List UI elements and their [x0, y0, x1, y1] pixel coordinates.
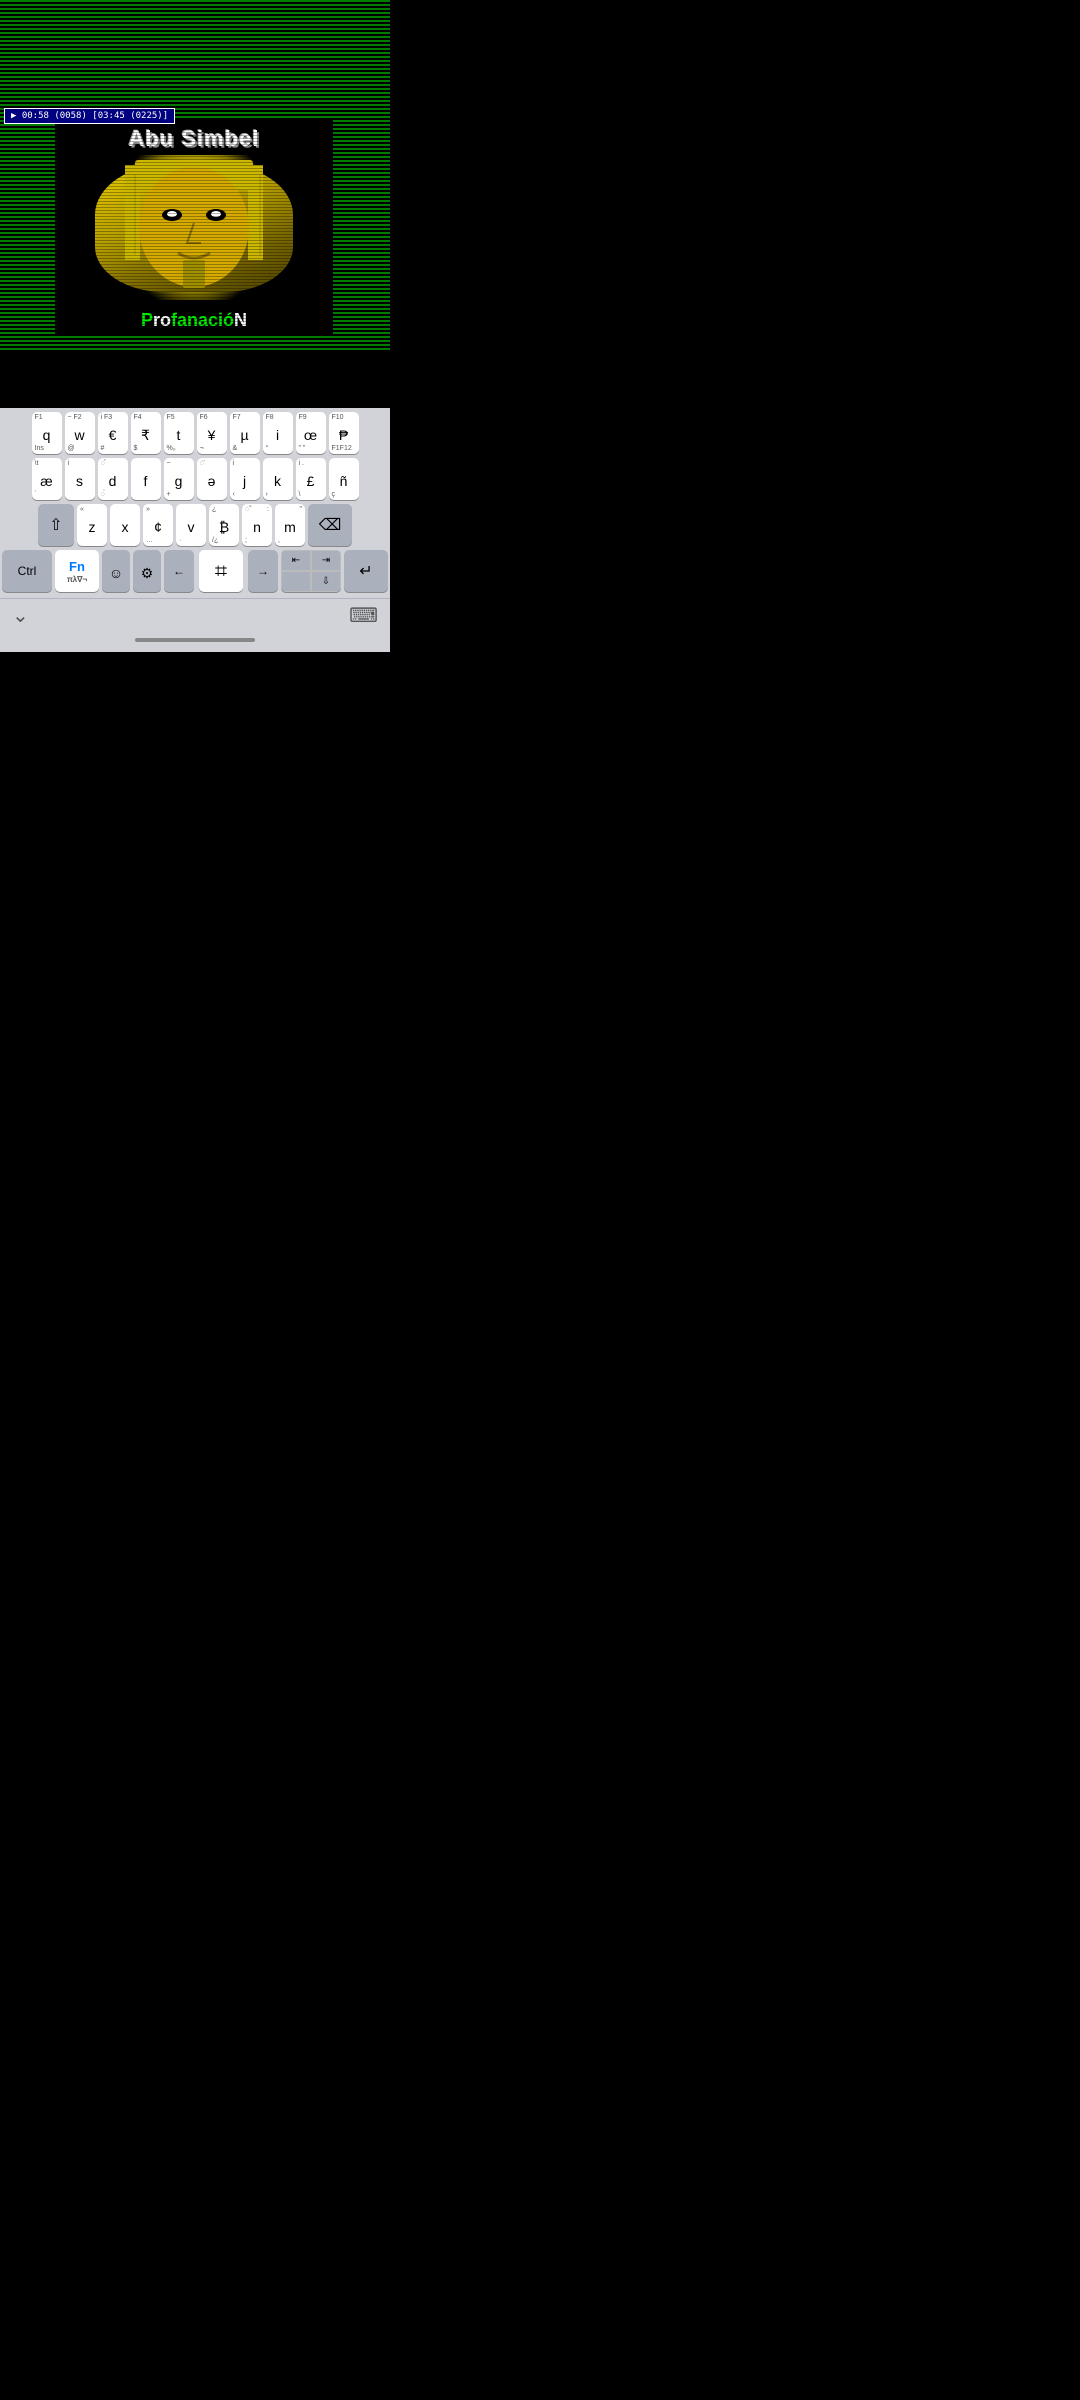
pharaoh-graphic: [65, 155, 323, 300]
key-e-euro[interactable]: i F3 € #: [98, 412, 128, 454]
status-text: ▶ 00:58 (0058) [03:45 (0225)]: [11, 111, 168, 121]
left-arrow-key[interactable]: ←: [164, 550, 194, 592]
backspace-key[interactable]: ⌫: [308, 504, 352, 546]
settings-key[interactable]: ⚙: [133, 550, 161, 592]
subtitle-fana: fanaci: [171, 310, 223, 330]
key-t[interactable]: F5 t %₀: [164, 412, 194, 454]
key-n[interactable]: ◌̃ : n ;: [242, 504, 272, 546]
ctrl-key[interactable]: Ctrl: [2, 550, 52, 592]
key-z[interactable]: « z: [77, 504, 107, 546]
hide-keyboard-button[interactable]: ⌄: [12, 603, 29, 628]
right-arrow-key[interactable]: →: [248, 550, 278, 592]
key-ntilde[interactable]: ñ ç: [329, 458, 359, 500]
fn-label: Fn: [69, 559, 85, 574]
keyboard: F1 q Ins ~ F2 w @ i F3 € # F4 ₹ $ F5 t %…: [0, 408, 390, 598]
home-bar: [135, 638, 255, 642]
pharaoh-svg: [65, 155, 323, 300]
emulator-screen: ▶ 00:58 (0058) [03:45 (0225)] Abu Simbel: [0, 0, 390, 350]
fn-bottom-label: πλ∇¬: [67, 575, 87, 584]
key-h-schwa[interactable]: ◌̈ ə: [197, 458, 227, 500]
nav-pgdn[interactable]: ⇩: [311, 571, 341, 592]
key-d[interactable]: ◌̊ d ◌́: [98, 458, 128, 500]
keyboard-row-1: F1 q Ins ~ F2 w @ i F3 € # F4 ₹ $ F5 t %…: [2, 412, 388, 454]
nav-pgup[interactable]: [281, 571, 311, 592]
spacebar[interactable]: ⌗: [199, 550, 243, 592]
key-r-rupee[interactable]: F4 ₹ $: [131, 412, 161, 454]
key-i[interactable]: F8 i °: [263, 412, 293, 454]
fn-key[interactable]: Fn πλ∇¬: [55, 550, 99, 592]
key-w[interactable]: ~ F2 w @: [65, 412, 95, 454]
home-indicator: [0, 632, 390, 652]
key-q[interactable]: F1 q Ins: [32, 412, 62, 454]
key-s[interactable]: i s: [65, 458, 95, 500]
nav-home[interactable]: ⇤: [281, 550, 311, 571]
nav-end[interactable]: ⇥: [311, 550, 341, 571]
key-p-peso[interactable]: F10 ₱ F1F12: [329, 412, 359, 454]
key-c-cent[interactable]: » ¢ …: [143, 504, 173, 546]
bottom-bar: ⌄ ⌨: [0, 598, 390, 632]
key-x[interactable]: x: [110, 504, 140, 546]
shift-key[interactable]: ⇧: [38, 504, 74, 546]
keyboard-row-4: Ctrl Fn πλ∇¬ ☺ ⚙ ← ⌗ → ⇤ ⇥ ⇩ ↵: [2, 550, 388, 592]
ctrl-label: Ctrl: [18, 564, 37, 578]
status-bar: ▶ 00:58 (0058) [03:45 (0225)]: [4, 108, 175, 124]
key-u-mu[interactable]: F7 µ &: [230, 412, 260, 454]
key-g[interactable]: − g +: [164, 458, 194, 500]
emoji-key[interactable]: ☺: [102, 550, 130, 592]
keyboard-row-3: ⇧ « z x » ¢ … v · ¿ ₿ /¿ ◌̃ : n ;: [2, 504, 388, 546]
key-y-yen[interactable]: F6 ¥ ¬: [197, 412, 227, 454]
key-a-ae[interactable]: \t æ `: [32, 458, 62, 500]
key-m[interactable]: " m ,: [275, 504, 305, 546]
game-title: Abu Simbel: [55, 126, 333, 152]
return-key[interactable]: ↵: [344, 550, 388, 592]
key-v[interactable]: v ·: [176, 504, 206, 546]
game-image[interactable]: Abu Simbel: [55, 120, 333, 335]
key-f[interactable]: f: [131, 458, 161, 500]
keyboard-row-2: \t æ ` i s ◌̊ d ◌́ f − g + ◌̈ ə i j ‹: [2, 458, 388, 500]
key-l-pound[interactable]: i . £ \: [296, 458, 326, 500]
game-subtitle: ProfanacióN: [55, 310, 333, 331]
nav-cluster[interactable]: ⇤ ⇥ ⇩: [281, 550, 341, 592]
bottom-black-area: [0, 350, 390, 408]
key-o-oe[interactable]: F9 œ " ": [296, 412, 326, 454]
key-k[interactable]: k ›: [263, 458, 293, 500]
key-b-bitcoin[interactable]: ¿ ₿ /¿: [209, 504, 239, 546]
subtitle-p: P: [141, 310, 153, 330]
keyboard-switch-button[interactable]: ⌨: [349, 603, 378, 628]
key-j[interactable]: i j ‹: [230, 458, 260, 500]
